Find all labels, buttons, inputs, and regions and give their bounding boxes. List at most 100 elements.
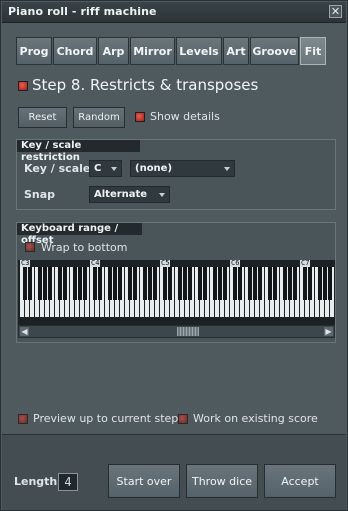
keyboard-range-header: Keyboard range / offset	[17, 223, 142, 246]
step-number: Step 8.	[32, 76, 86, 94]
black-key[interactable]	[288, 267, 292, 300]
chevron-down-icon	[224, 167, 230, 171]
black-key[interactable]	[73, 267, 77, 300]
existing-score-label: Work on existing score	[193, 412, 318, 425]
black-key[interactable]	[23, 267, 27, 300]
black-key[interactable]	[113, 267, 117, 300]
window-title: Piano roll - riff machine	[8, 5, 157, 18]
step-title: Restricts & transposes	[90, 76, 259, 94]
wrap-to-bottom-label: Wrap to bottom	[41, 241, 128, 254]
black-key[interactable]	[98, 267, 102, 300]
key-scale-label: Key / scale	[24, 162, 91, 175]
tab-prog[interactable]: Prog	[16, 37, 52, 65]
octave-label: C3	[20, 260, 31, 267]
show-details-label: Show details	[150, 110, 220, 123]
scroll-left-icon[interactable]: ◀	[20, 327, 29, 336]
tab-art[interactable]: Art	[223, 37, 249, 65]
black-key[interactable]	[178, 267, 182, 300]
black-key[interactable]	[218, 267, 222, 300]
key-scale-header: Key / scale restriction	[17, 140, 140, 163]
black-key[interactable]	[63, 267, 67, 300]
chevron-down-icon	[111, 167, 117, 171]
keyboard-range-piano[interactable]: C3 C4 C5 C6 C7	[18, 260, 335, 326]
octave-label: C4	[90, 260, 101, 267]
key-dropdown[interactable]: C	[89, 160, 122, 177]
black-key[interactable]	[308, 267, 312, 300]
black-key[interactable]	[143, 267, 147, 300]
black-key[interactable]	[118, 267, 122, 300]
black-key[interactable]	[48, 267, 52, 300]
black-key[interactable]	[133, 267, 137, 300]
black-key[interactable]	[213, 267, 217, 300]
snap-value: Alternate	[94, 189, 148, 200]
wrap-to-bottom-checkbox[interactable]	[25, 242, 35, 252]
tab-arp[interactable]: Arp	[98, 37, 129, 65]
black-key[interactable]	[58, 267, 62, 300]
scroll-right-icon[interactable]: ▶	[324, 327, 333, 336]
snap-label: Snap	[24, 188, 56, 201]
black-key[interactable]	[83, 267, 87, 300]
chevron-down-icon	[159, 193, 165, 197]
preview-checkbox[interactable]	[18, 414, 28, 424]
reset-button[interactable]: Reset	[18, 107, 67, 128]
octave-label: C7	[300, 260, 311, 267]
black-key[interactable]	[28, 267, 32, 300]
tab-fit[interactable]: Fit	[300, 37, 326, 65]
black-key[interactable]	[183, 267, 187, 300]
scrollbar-thumb[interactable]	[177, 327, 199, 336]
black-key[interactable]	[38, 267, 42, 300]
black-key[interactable]	[258, 267, 262, 300]
existing-score-checkbox[interactable]	[178, 414, 188, 424]
snap-dropdown[interactable]: Alternate	[89, 186, 170, 203]
tab-chord[interactable]: Chord	[53, 37, 97, 65]
black-key[interactable]	[128, 267, 132, 300]
riff-machine-window: Piano roll - riff machine ✕ Prog Chord A…	[0, 0, 348, 511]
black-key[interactable]	[293, 267, 297, 300]
show-details-checkbox[interactable]	[135, 112, 145, 122]
tab-groove[interactable]: Groove	[250, 37, 299, 65]
black-key[interactable]	[233, 267, 237, 300]
black-key[interactable]	[168, 267, 172, 300]
length-label: Length	[14, 475, 58, 488]
black-key[interactable]	[323, 267, 327, 300]
start-over-button[interactable]: Start over	[108, 464, 180, 498]
black-key[interactable]	[148, 267, 152, 300]
scale-value: (none)	[135, 163, 173, 174]
black-key[interactable]	[303, 267, 307, 300]
black-key[interactable]	[238, 267, 242, 300]
step-indicator-icon	[18, 81, 28, 91]
tab-bar: Prog Chord Arp Mirror Levels Art Groove …	[16, 37, 327, 65]
black-key[interactable]	[248, 267, 252, 300]
black-key[interactable]	[223, 267, 227, 300]
black-key[interactable]	[108, 267, 112, 300]
black-key[interactable]	[43, 267, 47, 300]
black-key[interactable]	[198, 267, 202, 300]
step-heading: Step 8. Restricts & transposes	[32, 76, 258, 94]
black-key[interactable]	[163, 267, 167, 300]
black-key[interactable]	[328, 267, 332, 300]
preview-label: Preview up to current step	[33, 412, 179, 425]
scale-dropdown[interactable]: (none)	[130, 160, 235, 177]
octave-label: C6	[230, 260, 241, 267]
black-key[interactable]	[318, 267, 322, 300]
black-key[interactable]	[78, 267, 82, 300]
title-bar[interactable]: Piano roll - riff machine ✕	[2, 2, 346, 23]
random-button[interactable]: Random	[73, 107, 125, 128]
black-key[interactable]	[203, 267, 207, 300]
black-key[interactable]	[93, 267, 97, 300]
key-value: C	[94, 163, 102, 174]
black-key[interactable]	[273, 267, 277, 300]
keyboard-offset-scrollbar[interactable]: ◀ ▶	[18, 325, 335, 338]
length-input[interactable]: 4	[58, 473, 78, 491]
black-key[interactable]	[283, 267, 287, 300]
black-key[interactable]	[153, 267, 157, 300]
tab-mirror[interactable]: Mirror	[130, 37, 175, 65]
throw-dice-button[interactable]: Throw dice	[186, 464, 258, 498]
black-key[interactable]	[188, 267, 192, 300]
octave-label: C5	[160, 260, 171, 267]
tab-levels[interactable]: Levels	[176, 37, 222, 65]
black-key[interactable]	[253, 267, 257, 300]
black-key[interactable]	[268, 267, 272, 300]
close-button[interactable]: ✕	[329, 5, 342, 18]
accept-button[interactable]: Accept	[264, 464, 336, 498]
